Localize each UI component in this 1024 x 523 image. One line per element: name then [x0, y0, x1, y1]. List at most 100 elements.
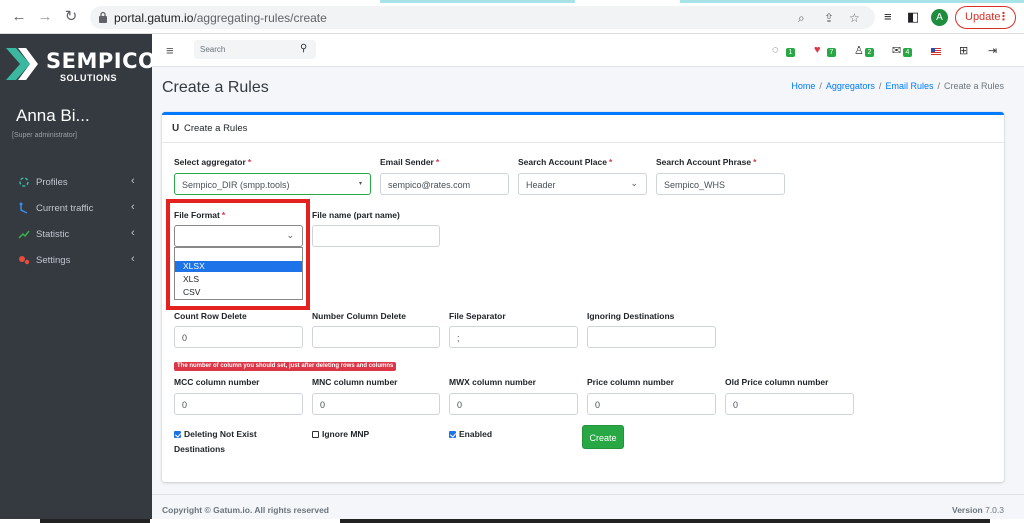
chevron-left-icon: ‹ [131, 227, 135, 239]
gears-icon [19, 256, 30, 265]
sidebar-item-label: Current traffic [36, 203, 94, 214]
breadcrumb-aggregators[interactable]: Aggregators [826, 81, 875, 91]
traffic-icon [19, 202, 28, 214]
chat-icon[interactable]: ◌ [772, 44, 779, 56]
mnc-column-label: MNC column number [312, 377, 398, 387]
chevron-left-icon: ‹ [131, 201, 135, 213]
deleting-not-exist-checkbox[interactable]: Deleting Not Exist [174, 429, 257, 439]
mcc-column-label: MCC column number [174, 377, 260, 387]
select-caret-icon: ▾ [358, 181, 362, 187]
breadcrumb-home[interactable]: Home [791, 81, 815, 91]
enabled-checkbox[interactable]: Enabled [449, 429, 492, 439]
lock-icon [99, 11, 107, 23]
top-navbar: ≡ Search ⚲ ◌ 1 ♥ 7 ♙ 2 ✉ 4 ⊞ ⇥ [152, 34, 1024, 67]
sempico-logo-icon [6, 48, 38, 80]
number-column-delete-label: Number Column Delete [312, 311, 406, 321]
sidebar-item-current-traffic[interactable]: Current traffic ‹ [0, 199, 152, 219]
mwx-column-input[interactable]: 0 [449, 393, 578, 415]
back-icon[interactable]: ← [10, 8, 28, 26]
browser-chrome: ← → ↻ portal.gatum.io/aggregating-rules/… [0, 0, 1024, 34]
chevron-left-icon: ‹ [131, 175, 135, 187]
logo-name: SEMPICO [46, 49, 157, 73]
bookmark-star-icon[interactable]: ☆ [849, 11, 860, 25]
price-column-input[interactable]: 0 [587, 393, 716, 415]
user-name[interactable]: Anna Bi... [16, 106, 90, 126]
sidebar-item-profiles[interactable]: Profiles ‹ [0, 173, 152, 193]
sidebar-item-label: Profiles [36, 177, 68, 188]
sidebar-item-settings[interactable]: Settings ‹ [0, 251, 152, 271]
file-separator-label: File Separator [449, 311, 506, 321]
taskbar-strip [0, 519, 1024, 523]
media-queue-icon[interactable]: ≡ [884, 9, 892, 24]
alert-badge: 7 [827, 48, 836, 57]
old-price-column-label: Old Price column number [725, 377, 829, 387]
forward-icon[interactable]: → [36, 8, 54, 26]
language-flag-icon[interactable] [931, 48, 941, 55]
file-separator-input[interactable]: ; [449, 326, 578, 348]
chart-icon [18, 230, 30, 239]
reload-icon[interactable]: ↻ [62, 8, 80, 26]
search-account-phrase-input[interactable]: Sempico_WHS [656, 173, 785, 195]
email-sender-input[interactable]: sempico@rates.com [380, 173, 509, 195]
ignoring-destinations-input[interactable] [587, 326, 716, 348]
number-column-delete-input[interactable] [312, 326, 440, 348]
mwx-column-label: MWX column number [449, 377, 536, 387]
side-panel-icon[interactable]: ◧ [907, 9, 919, 25]
hamburger-menu-icon[interactable]: ≡ [166, 43, 174, 58]
column-note-badge: The number of column you should set, jus… [174, 362, 397, 371]
deleting-not-exist-label-line2: Destinations [174, 444, 226, 454]
page-title: Create a Rules [162, 79, 269, 96]
grid-icon[interactable]: ⊞ [959, 44, 968, 57]
breadcrumb-current: Create a Rules [943, 81, 1004, 91]
select-aggregator-select[interactable]: Sempico_DIR (smpp.tools) ▾ [174, 173, 371, 195]
user-requests-badge: 2 [865, 48, 874, 57]
alert-icon[interactable]: ♥ [814, 44, 821, 56]
count-row-delete-input[interactable]: 0 [174, 326, 303, 348]
chevron-left-icon: ‹ [131, 253, 135, 265]
logout-icon[interactable]: ⇥ [988, 44, 997, 57]
update-button[interactable]: Update ⋮ [955, 6, 1016, 29]
search-placeholder: Search [200, 45, 226, 54]
sidebar-item-label: Settings [36, 255, 71, 266]
search-input[interactable]: Search ⚲ [194, 40, 316, 59]
version-text: Version 7.0.3 [952, 505, 1004, 515]
tickets-icon[interactable]: ✉ [892, 44, 901, 57]
search-account-place-select[interactable]: Header ⌄ [518, 173, 647, 195]
mcc-column-input[interactable]: 0 [174, 393, 303, 415]
sidebar-item-statistic[interactable]: Statistic ‹ [0, 225, 152, 245]
file-name-input[interactable] [312, 225, 440, 247]
user-role: [Super administrator] [12, 132, 77, 139]
tickets-badge: 4 [903, 48, 912, 57]
email-sender-label: Email Sender * [380, 157, 440, 167]
user-requests-icon[interactable]: ♙ [854, 44, 864, 57]
profile-avatar[interactable]: A [931, 9, 948, 26]
ignore-mnp-checkbox[interactable]: Ignore MNP [312, 429, 369, 439]
logo-sub: SOLUTIONS [60, 73, 118, 83]
chat-badge: 1 [786, 48, 795, 57]
mnc-column-input[interactable]: 0 [312, 393, 440, 415]
copyright-text: Copyright © Gatum.io. All rights reserve… [162, 505, 330, 515]
logo[interactable]: SEMPICO SOLUTIONS [4, 44, 156, 84]
checkbox-unchecked-icon [312, 431, 319, 438]
share-icon[interactable]: ⇪ [824, 11, 834, 25]
red-highlight-annotation [166, 199, 310, 310]
users-icon [19, 177, 29, 187]
sidebar: SEMPICO SOLUTIONS Anna Bi... [Super admi… [0, 34, 156, 523]
url-text: portal.gatum.io/aggregating-rules/create [114, 11, 327, 25]
tab-strip-accent [0, 0, 1024, 3]
search-account-phrase-label: Search Account Phrase * [656, 157, 757, 167]
magnet-icon: U [172, 123, 180, 134]
zoom-icon[interactable]: ⌕ [798, 11, 805, 26]
breadcrumb-email-rules[interactable]: Email Rules [885, 81, 933, 91]
create-button[interactable]: Create [582, 425, 624, 449]
sidebar-item-label: Statistic [36, 229, 70, 240]
select-aggregator-label: Select aggregator * [174, 157, 252, 167]
search-account-place-label: Search Account Place * [518, 157, 613, 167]
breadcrumb: Home / Aggregators / Email Rules / Create a Ru… [791, 81, 1004, 91]
ignoring-destinations-label: Ignoring Destinations [587, 311, 675, 321]
search-icon[interactable]: ⚲ [300, 43, 307, 54]
count-row-delete-label: Count Row Delete [174, 311, 247, 321]
address-bar[interactable]: portal.gatum.io/aggregating-rules/create… [90, 6, 875, 29]
card-title: Create a Rules [184, 123, 248, 134]
old-price-column-input[interactable]: 0 [725, 393, 854, 415]
